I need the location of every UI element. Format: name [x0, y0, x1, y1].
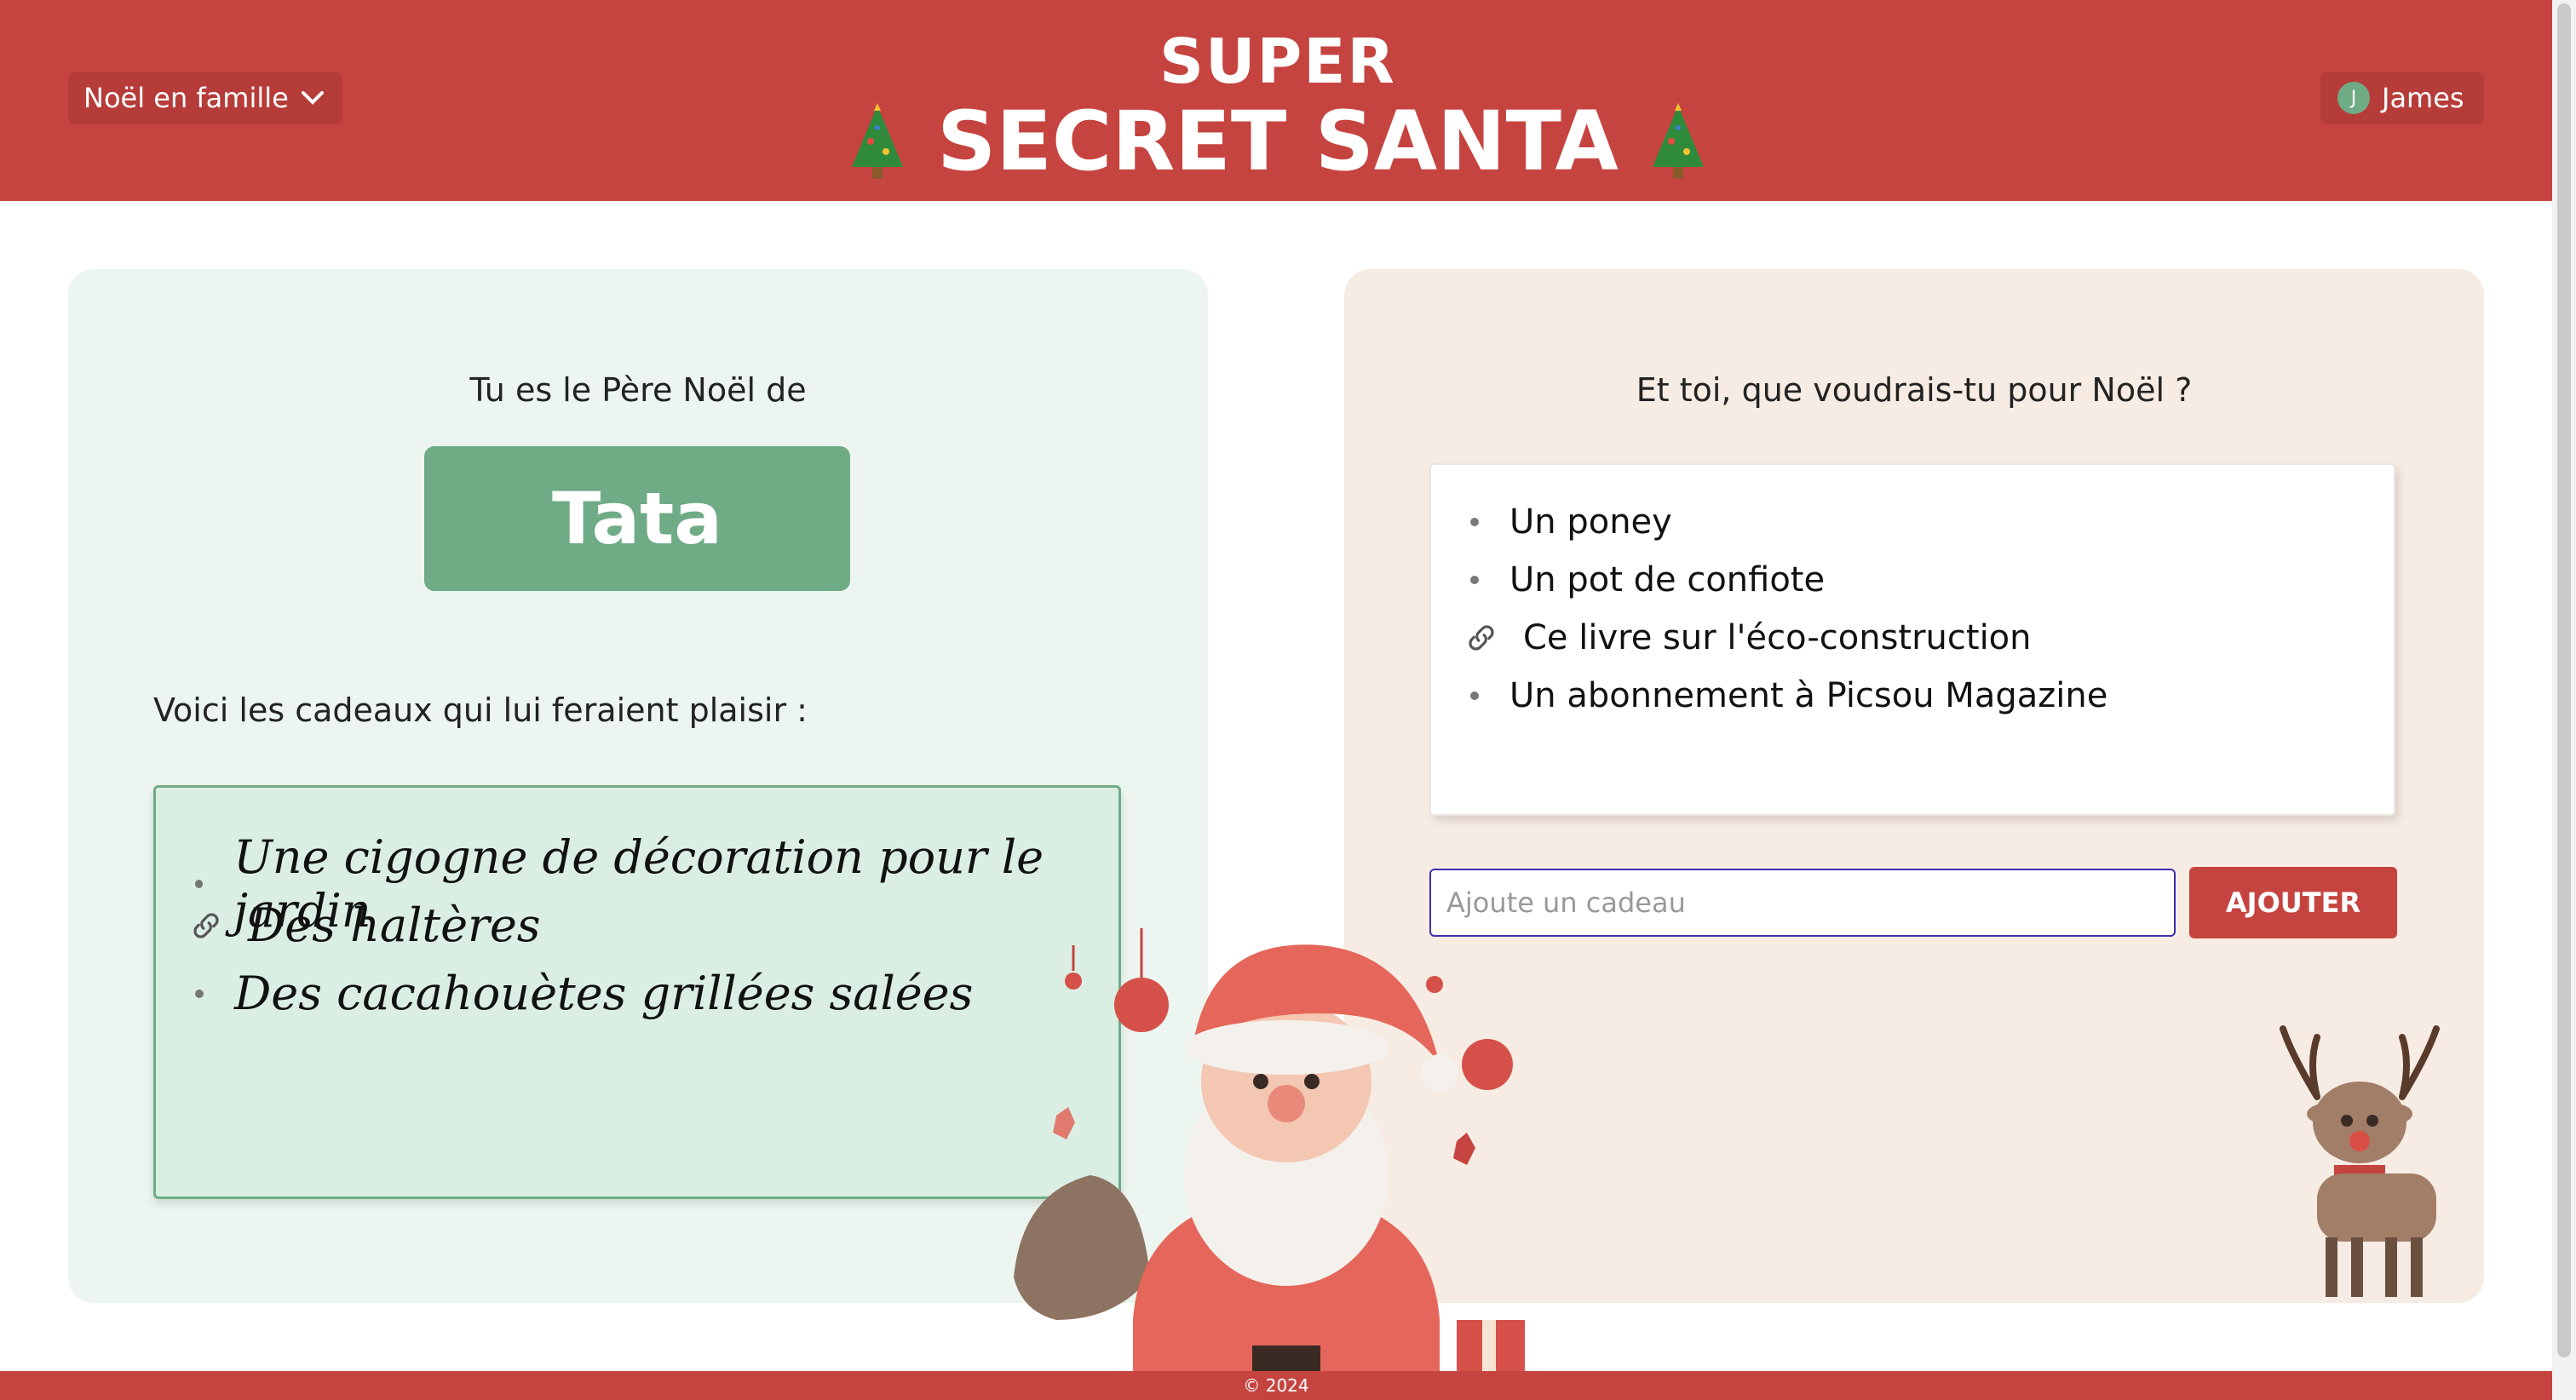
- list-item: Un abonnement à Picsou Magazine: [1465, 676, 2107, 715]
- wish-text: Un abonnement à Picsou Magazine: [1509, 676, 2108, 715]
- group-selector[interactable]: Noël en famille: [68, 72, 342, 124]
- gift-text: Des cacahouètes grillées salées: [234, 967, 974, 1020]
- bullet-icon: [195, 880, 204, 888]
- my-wish-list: Un poney Un pot de confiote Ce livre sur…: [1429, 463, 2395, 816]
- bullet-icon: [1470, 691, 1479, 700]
- list-item: Des cacahouètes grillées salées: [190, 967, 973, 1020]
- list-item[interactable]: Des haltères: [190, 898, 541, 952]
- wish-text: Un pot de confiote: [1509, 560, 1826, 600]
- app-title: SUPER SECRET SANTA: [767, 17, 1789, 189]
- recipient-heading: Tu es le Père Noël de: [469, 371, 807, 409]
- recipient-name: Tata: [424, 446, 850, 591]
- list-item: Un pot de confiote: [1465, 560, 1825, 600]
- app-header: Noël en famille SUPER SECRET SANTA J Jam…: [0, 0, 2552, 201]
- bullet-icon: [1470, 576, 1479, 584]
- vertical-scrollbar[interactable]: [2552, 0, 2576, 1400]
- wish-text: Un poney: [1509, 502, 1672, 542]
- link-icon[interactable]: [1465, 622, 1498, 654]
- list-item[interactable]: Ce livre sur l'éco-construction: [1465, 618, 2032, 657]
- gift-text: Des haltères: [248, 898, 541, 952]
- christmas-tree-icon: [852, 103, 904, 179]
- title-main-text: SECRET SANTA: [937, 94, 1619, 189]
- christmas-tree-icon: [1652, 103, 1704, 179]
- add-gift-button[interactable]: AJOUTER: [2189, 867, 2397, 938]
- gifts-intro: Voici les cadeaux qui lui feraient plais…: [153, 691, 808, 729]
- title-main: SECRET SANTA: [767, 94, 1789, 189]
- scrollbar-thumb[interactable]: [2557, 3, 2571, 1357]
- avatar: J: [2337, 82, 2370, 114]
- page-footer: © 2024: [0, 1371, 2552, 1400]
- chevron-down-icon: [301, 91, 324, 105]
- copyright-text: © 2024: [1243, 1375, 1309, 1396]
- user-menu[interactable]: J James: [2320, 72, 2484, 124]
- bullet-icon: [195, 989, 204, 998]
- santa-illustration: [1014, 928, 1525, 1371]
- list-item: Un poney: [1465, 502, 1672, 542]
- user-name: James: [2382, 82, 2464, 114]
- wish-text: Ce livre sur l'éco-construction: [1523, 618, 2032, 657]
- reindeer-illustration: [2280, 1025, 2440, 1297]
- bullet-icon: [1470, 518, 1479, 526]
- link-icon[interactable]: [190, 909, 222, 942]
- group-selector-label: Noël en famille: [83, 82, 289, 114]
- title-super: SUPER: [1159, 26, 1396, 97]
- recipient-gift-list: Une cigogne de décoration pour le jardin…: [153, 785, 1121, 1199]
- wishlist-heading: Et toi, que voudrais-tu pour Noël ?: [1636, 371, 2193, 409]
